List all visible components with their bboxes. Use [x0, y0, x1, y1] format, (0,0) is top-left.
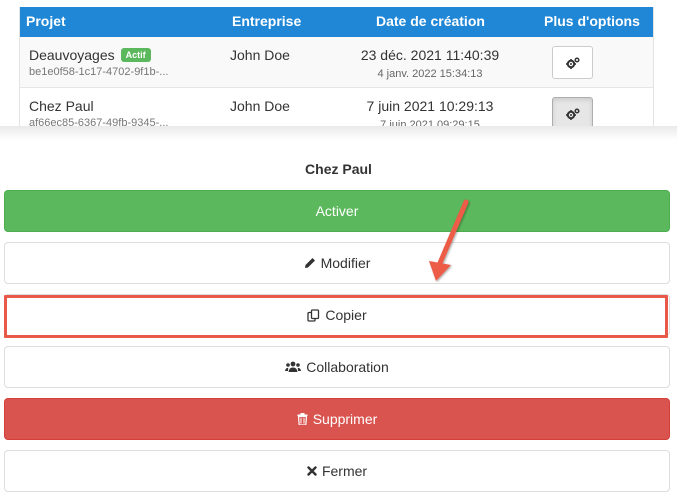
table-header: Projet Entreprise Date de création Plus … [20, 7, 653, 37]
trash-icon [297, 413, 308, 425]
gears-icon [565, 56, 580, 69]
project-created-date: 7 juin 2021 10:29:13 [366, 98, 494, 114]
options-button[interactable] [552, 46, 593, 79]
collaboration-label: Collaboration [306, 359, 389, 375]
copy-label: Copier [325, 307, 367, 323]
status-badge: Actif [120, 48, 151, 62]
header-options: Plus d'options [544, 13, 640, 29]
table-row[interactable]: Deauvoyages Actif be1e0f58-1c17-4702-9f1b… [20, 37, 653, 88]
activate-button[interactable]: Activer [4, 190, 670, 232]
delete-label: Supprimer [312, 411, 378, 427]
modal-title: Chez Paul [305, 161, 372, 177]
project-modified-date: 4 janv. 2022 15:34:13 [377, 68, 483, 80]
edit-label: Modifier [320, 255, 371, 271]
section-divider [0, 126, 677, 140]
project-created-date: 23 déc. 2021 11:40:39 [360, 47, 500, 63]
project-name: Chez Paul [29, 98, 94, 114]
delete-button[interactable]: Supprimer [4, 398, 670, 440]
collaboration-button[interactable]: Collaboration [4, 346, 670, 388]
header-created: Date de création [376, 13, 485, 29]
edit-button[interactable]: Modifier [4, 242, 670, 284]
projects-table: Projet Entreprise Date de création Plus … [19, 7, 654, 134]
copy-icon [307, 308, 320, 322]
gears-icon [565, 107, 580, 120]
arrow-annotation [429, 199, 469, 281]
project-id: be1e0f58-1c17-4702-9f1b-... [29, 66, 169, 78]
header-company: Entreprise [232, 13, 302, 29]
header-project: Projet [26, 13, 66, 29]
project-company: John Doe [230, 47, 290, 63]
project-company: John Doe [230, 98, 290, 114]
close-label: Fermer [321, 463, 368, 479]
close-button[interactable]: Fermer [4, 450, 670, 492]
copy-button[interactable]: Copier [4, 294, 670, 336]
users-icon [285, 361, 302, 372]
times-icon [307, 466, 317, 476]
pencil-icon [304, 258, 315, 268]
project-name: Deauvoyages [29, 47, 115, 63]
activate-label: Activer [315, 203, 359, 219]
